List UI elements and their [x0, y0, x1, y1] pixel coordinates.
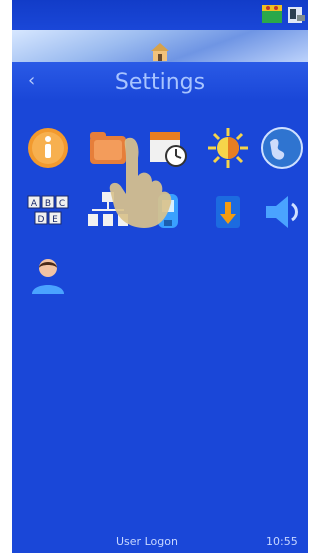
home-icon[interactable] — [150, 42, 170, 62]
user-icon[interactable] — [26, 254, 70, 298]
printer-status-icon — [288, 7, 305, 23]
page-title: Settings — [114, 70, 206, 95]
download-icon[interactable] — [206, 190, 250, 234]
globe-icon[interactable] — [260, 126, 304, 170]
user-logon-link[interactable]: User Logon — [116, 535, 178, 548]
ribbon-status-icon — [262, 5, 282, 23]
keyboard-abc-icon[interactable]: ABC DE — [26, 190, 70, 234]
device-screen: ‹ Settings A B C D E User Logon 10:55 — [12, 0, 308, 553]
svg-text:C: C — [59, 199, 65, 209]
brightness-icon[interactable] — [206, 126, 250, 170]
svg-text:A: A — [31, 199, 38, 209]
footer-bar: User Logon 10:55 — [12, 533, 308, 553]
svg-text:E: E — [52, 215, 58, 225]
clock: 10:55 — [266, 535, 298, 548]
tap-gesture-icon — [109, 137, 172, 228]
status-bar — [12, 0, 308, 30]
svg-text:B: B — [45, 199, 51, 209]
speaker-icon[interactable] — [260, 190, 304, 234]
info-icon[interactable] — [26, 126, 70, 170]
svg-text:D: D — [38, 215, 45, 225]
